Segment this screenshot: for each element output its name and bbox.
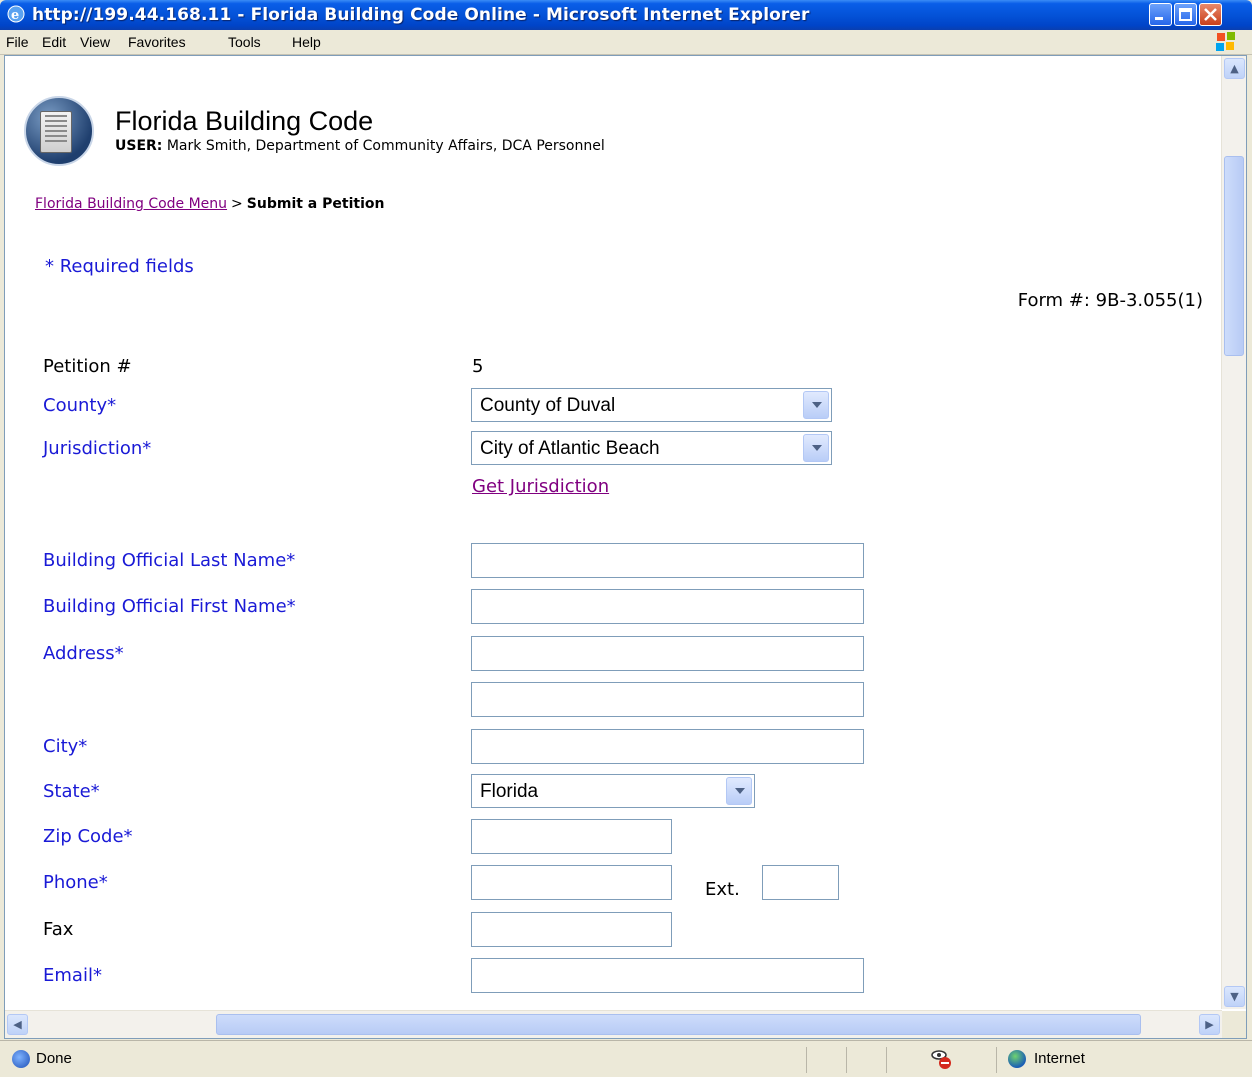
- security-zone-label: Internet: [1034, 1050, 1085, 1067]
- document-icon: [40, 111, 72, 153]
- horizontal-scroll-thumb[interactable]: [216, 1014, 1141, 1035]
- last-name-label: Building Official Last Name*: [43, 550, 296, 571]
- breadcrumb-link-menu[interactable]: Florida Building Code Menu: [35, 196, 227, 212]
- required-fields-note: * Required fields: [45, 256, 194, 277]
- vertical-scroll-thumb[interactable]: [1224, 156, 1244, 356]
- jurisdiction-label: Jurisdiction*: [43, 438, 152, 459]
- minimize-icon: [1155, 17, 1163, 20]
- internet-zone-icon: [1008, 1050, 1026, 1068]
- vertical-scrollbar[interactable]: ▲ ▼: [1221, 56, 1246, 1009]
- status-divider: [806, 1047, 807, 1073]
- internet-explorer-icon: e: [7, 5, 25, 23]
- menu-view[interactable]: View: [80, 34, 110, 50]
- close-icon: [1204, 8, 1217, 21]
- chevron-down-icon[interactable]: [803, 391, 829, 419]
- svg-text:e: e: [11, 8, 19, 23]
- fax-field[interactable]: [471, 912, 672, 947]
- horizontal-scrollbar[interactable]: ◀ ▶: [5, 1010, 1222, 1038]
- minimize-button[interactable]: [1149, 3, 1172, 26]
- zip-code-field[interactable]: [471, 819, 672, 854]
- county-selected-value: County of Duval: [480, 395, 616, 416]
- city-field[interactable]: [471, 729, 864, 764]
- close-button[interactable]: [1199, 3, 1222, 26]
- city-label: City*: [43, 736, 88, 757]
- page-content: Florida Building Code USER: Mark Smith, …: [5, 56, 1222, 1009]
- scrollbar-corner: [1222, 1011, 1246, 1038]
- menu-help[interactable]: Help: [292, 34, 321, 50]
- user-label: USER:: [115, 138, 163, 154]
- privacy-report-icon[interactable]: [930, 1047, 954, 1071]
- chevron-down-icon[interactable]: [803, 434, 829, 462]
- maximize-icon: [1179, 8, 1192, 21]
- page-title: Florida Building Code: [115, 106, 374, 136]
- email-label: Email*: [43, 965, 102, 986]
- user-info: USER: Mark Smith, Department of Communit…: [115, 138, 605, 154]
- breadcrumb-separator: >: [231, 196, 243, 212]
- menu-file[interactable]: File: [6, 34, 29, 50]
- menu-tools[interactable]: Tools: [228, 34, 261, 50]
- phone-ext-label: Ext.: [705, 879, 740, 900]
- state-selected-value: Florida: [480, 781, 539, 802]
- browser-viewport: Florida Building Code USER: Mark Smith, …: [4, 55, 1247, 1039]
- jurisdiction-select[interactable]: City of Atlantic Beach: [471, 431, 832, 465]
- form-number: Form #: 9B-3.055(1): [1017, 290, 1203, 311]
- scroll-right-icon[interactable]: ▶: [1199, 1014, 1220, 1035]
- state-label: State*: [43, 781, 100, 802]
- county-select[interactable]: County of Duval: [471, 388, 832, 422]
- window-title: http://199.44.168.11 - Florida Building …: [32, 5, 810, 25]
- address-label: Address*: [43, 643, 124, 664]
- user-value: Mark Smith, Department of Community Affa…: [162, 138, 605, 154]
- email-field[interactable]: [471, 958, 864, 993]
- menu-bar: File Edit View Favorites Tools Help: [0, 30, 1252, 55]
- phone-label: Phone*: [43, 872, 108, 893]
- breadcrumb: Florida Building Code Menu > Submit a Peti…: [35, 196, 384, 212]
- scroll-left-icon[interactable]: ◀: [7, 1014, 28, 1035]
- petition-number-label: Petition #: [43, 356, 132, 377]
- window-titlebar[interactable]: e http://199.44.168.11 - Florida Buildin…: [0, 0, 1252, 30]
- page-done-icon: [12, 1050, 30, 1068]
- breadcrumb-current: Submit a Petition: [246, 196, 385, 212]
- first-name-field[interactable]: [471, 589, 864, 624]
- menu-favorites[interactable]: Favorites: [128, 34, 186, 50]
- phone-ext-field[interactable]: [762, 865, 839, 900]
- chevron-down-icon[interactable]: [726, 777, 752, 805]
- county-label: County*: [43, 395, 117, 416]
- fax-label: Fax: [43, 919, 74, 940]
- petition-number-value: 5: [472, 356, 484, 377]
- maximize-button[interactable]: [1174, 3, 1197, 26]
- address-line1-field[interactable]: [471, 636, 864, 671]
- status-divider: [846, 1047, 847, 1073]
- status-divider: [886, 1047, 887, 1073]
- status-divider: [996, 1047, 997, 1073]
- scroll-up-icon[interactable]: ▲: [1224, 58, 1245, 79]
- last-name-field[interactable]: [471, 543, 864, 578]
- state-select[interactable]: Florida: [471, 774, 755, 808]
- scroll-down-icon[interactable]: ▼: [1224, 986, 1245, 1007]
- status-bar: Done Internet: [0, 1040, 1252, 1077]
- first-name-label: Building Official First Name*: [43, 596, 296, 617]
- status-text: Done: [36, 1050, 72, 1067]
- get-jurisdiction-link[interactable]: Get Jurisdiction: [472, 476, 609, 497]
- menu-edit[interactable]: Edit: [42, 34, 66, 50]
- zip-code-label: Zip Code*: [43, 826, 133, 847]
- address-line2-field[interactable]: [471, 682, 864, 717]
- phone-field[interactable]: [471, 865, 672, 900]
- windows-flag-icon: [1216, 32, 1235, 51]
- jurisdiction-selected-value: City of Atlantic Beach: [480, 438, 660, 459]
